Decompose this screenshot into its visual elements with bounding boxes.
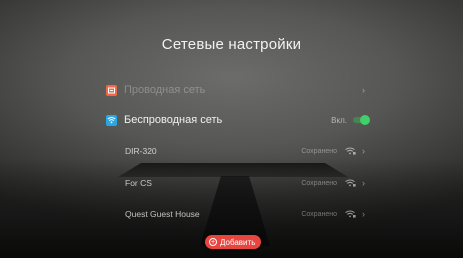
chevron-right-icon: ›	[362, 178, 365, 188]
plus-circle-icon: +	[209, 238, 217, 246]
wireless-network-row[interactable]: Беспроводная сеть Вкл.	[106, 110, 370, 130]
wireless-toggle[interactable]	[353, 115, 370, 125]
saved-network-item[interactable]: For CS Сохранено ›	[125, 173, 368, 193]
wired-network-row[interactable]: Проводная сеть ›	[106, 80, 368, 100]
add-button-label: Добавить	[220, 237, 256, 247]
network-status: Сохранено	[301, 179, 337, 187]
network-status: Сохранено	[301, 147, 337, 155]
wifi-lock-icon	[344, 147, 356, 156]
wired-network-label: Проводная сеть	[124, 84, 206, 96]
network-settings-screen: Сетевые настройки Проводная сеть › Беспр…	[0, 0, 463, 258]
saved-network-item[interactable]: Quest Guest House Сохранено ›	[125, 204, 368, 224]
chevron-right-icon: ›	[362, 85, 365, 95]
network-ssid: DIR-320	[125, 146, 157, 156]
wifi-icon	[106, 114, 117, 126]
chevron-right-icon: ›	[362, 209, 365, 219]
toggle-knob	[360, 115, 370, 125]
chevron-right-icon: ›	[362, 146, 365, 156]
wifi-lock-icon	[344, 179, 356, 188]
page-title: Сетевые настройки	[161, 36, 302, 53]
ethernet-icon	[106, 84, 117, 96]
wireless-state-label: Вкл.	[331, 115, 347, 125]
add-network-button[interactable]: + Добавить	[205, 235, 262, 249]
network-ssid: Quest Guest House	[125, 209, 200, 219]
wireless-network-label: Беспроводная сеть	[124, 114, 223, 126]
saved-network-item[interactable]: DIR-320 Сохранено ›	[125, 141, 368, 161]
wifi-lock-icon	[344, 210, 356, 219]
network-ssid: For CS	[125, 178, 152, 188]
network-status: Сохранено	[301, 210, 337, 218]
